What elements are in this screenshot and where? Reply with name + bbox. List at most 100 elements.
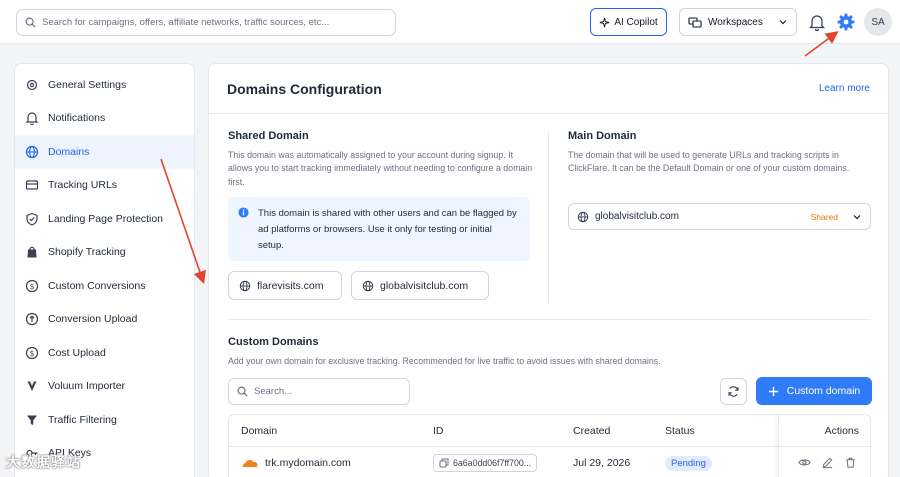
add-custom-domain-label: Custom domain <box>786 385 861 397</box>
column-header-status[interactable]: Status <box>665 415 695 447</box>
card-header: Domains Configuration Learn more <box>209 64 888 114</box>
voluum-icon <box>27 381 37 392</box>
watermark-logo: 大数据驿站 <box>6 454 81 470</box>
card-icon <box>25 180 39 190</box>
plus-icon <box>768 386 778 396</box>
gear-icon <box>26 79 38 90</box>
bell-icon <box>25 112 39 126</box>
domain-cell: trk.mydomain.com <box>241 447 351 477</box>
shared-domain-name: globalvisitclub.com <box>380 279 469 292</box>
ai-copilot-label: AI Copilot <box>614 16 658 28</box>
upload-circle-icon <box>25 313 39 326</box>
bell-icon[interactable] <box>808 13 826 31</box>
shared-domain-name: flarevisits.com <box>257 279 324 292</box>
sidebar-item-voluum-importer[interactable]: Voluum Importer <box>15 370 194 404</box>
ai-copilot-button[interactable]: AI Copilot <box>590 8 667 36</box>
sidebar-item-custom-conversions[interactable]: $ Custom Conversions <box>15 269 194 303</box>
custom-domains-title: Custom Domains <box>228 336 319 348</box>
sidebar-item-landing-page-protection[interactable]: Landing Page Protection <box>15 202 194 236</box>
custom-domain-search-placeholder: Search... <box>254 386 293 397</box>
column-header-actions: Actions <box>824 425 859 437</box>
globe-icon <box>239 280 251 291</box>
copy-icon <box>439 458 449 468</box>
eye-icon[interactable] <box>798 456 811 469</box>
custom-domain-search-input[interactable]: Search... <box>228 378 410 405</box>
edit-icon[interactable] <box>821 456 834 469</box>
shared-domain-chip[interactable]: flarevisits.com <box>228 271 342 300</box>
user-avatar[interactable]: SA <box>864 8 892 36</box>
globe-icon <box>25 145 39 158</box>
sidebar-item-label: Voluum Importer <box>48 380 126 393</box>
sidebar-item-traffic-filtering[interactable]: Traffic Filtering <box>15 403 194 437</box>
global-search-placeholder: Search for campaigns, offers, affiliate … <box>42 17 330 28</box>
main-domain-value: globalvisitclub.com <box>595 211 679 222</box>
svg-text:$: $ <box>30 282 35 291</box>
sidebar-item-conversion-upload[interactable]: Conversion Upload <box>15 303 194 337</box>
sidebar-item-label: Tracking URLs <box>48 179 118 192</box>
shared-badge: Shared <box>810 211 838 222</box>
table-row[interactable]: trk.mydomain.com 6a6a0dd06f7ff700... Jul… <box>229 446 870 477</box>
dollar-circle-icon: $ <box>25 279 39 292</box>
sidebar-item-label: Conversion Upload <box>48 313 138 326</box>
shared-domain-info-text: This domain is shared with other users a… <box>258 208 517 251</box>
custom-domains-description: Add your own domain for exclusive tracki… <box>228 356 661 366</box>
trash-icon[interactable] <box>844 456 857 469</box>
sparkle-icon <box>600 17 610 27</box>
sidebar-item-label: Shopify Tracking <box>48 246 126 259</box>
sidebar-item-label: Landing Page Protection <box>48 212 164 225</box>
id-cell: 6a6a0dd06f7ff700... <box>433 447 538 477</box>
sidebar-item-label: Custom Conversions <box>48 279 146 292</box>
column-header-id[interactable]: ID <box>433 415 444 447</box>
chevron-down-icon <box>779 20 787 25</box>
section-divider <box>228 319 871 320</box>
sidebar-item-label: Traffic Filtering <box>48 413 117 426</box>
settings-sidebar: General Settings Notifications Domains T… <box>14 63 195 477</box>
sidebar-item-label: Domains <box>48 145 90 158</box>
info-icon <box>238 207 249 218</box>
main-domain-select[interactable]: globalvisitclub.com Shared <box>568 203 871 230</box>
globe-icon <box>362 280 374 291</box>
status-badge: Pending <box>665 455 712 471</box>
sidebar-item-tracking-urls[interactable]: Tracking URLs <box>15 169 194 203</box>
shared-domain-chip[interactable]: globalvisitclub.com <box>351 271 489 300</box>
sidebar-item-label: Notifications <box>48 112 106 125</box>
status-cell: Pending <box>665 447 712 477</box>
row-actions <box>779 446 870 477</box>
sidebar-item-domains[interactable]: Domains <box>15 135 194 169</box>
workspaces-dropdown[interactable]: Workspaces <box>679 8 797 36</box>
main-domain-description: The domain that will be used to generate… <box>568 150 850 174</box>
settings-gear-icon[interactable] <box>836 12 856 32</box>
sidebar-item-general-settings[interactable]: General Settings <box>15 68 194 102</box>
shared-domain-description: This domain was automatically assigned t… <box>228 150 533 187</box>
search-icon <box>25 17 36 28</box>
custom-domains-table: Domain ID Created Status trk.mydomain.co… <box>228 414 871 477</box>
created-date: Jul 29, 2026 <box>573 457 631 469</box>
sidebar-item-cost-upload[interactable]: $ Cost Upload <box>15 336 194 370</box>
dollar-circle-icon: $ <box>25 346 39 359</box>
refresh-button[interactable] <box>720 378 747 405</box>
domain-id: 6a6a0dd06f7ff700... <box>453 458 532 468</box>
global-search-input[interactable]: Search for campaigns, offers, affiliate … <box>16 9 396 36</box>
sidebar-item-label: General Settings <box>48 78 127 91</box>
filter-icon <box>27 415 37 425</box>
sidebar-item-notifications[interactable]: Notifications <box>15 102 194 136</box>
shared-domain-title: Shared Domain <box>228 130 309 142</box>
sidebar-item-label: Cost Upload <box>48 346 106 359</box>
cloudflare-icon <box>242 459 258 467</box>
copy-id-chip[interactable]: 6a6a0dd06f7ff700... <box>433 454 538 472</box>
sidebar-item-shopify-tracking[interactable]: Shopify Tracking <box>15 236 194 270</box>
learn-more-link[interactable]: Learn more <box>819 83 870 94</box>
domains-config-card: Domains Configuration Learn more Shared … <box>208 63 889 477</box>
workspaces-label: Workspaces <box>708 16 763 28</box>
workspaces-icon <box>688 17 702 28</box>
section-divider <box>548 132 549 302</box>
globe-icon <box>577 211 589 222</box>
column-header-domain[interactable]: Domain <box>241 415 277 447</box>
actions-column: Actions <box>778 415 870 477</box>
column-header-created[interactable]: Created <box>573 415 610 447</box>
add-custom-domain-button[interactable]: Custom domain <box>756 377 872 405</box>
domain-name: trk.mydomain.com <box>265 457 351 469</box>
chevron-down-icon <box>853 214 861 219</box>
refresh-icon <box>728 386 739 397</box>
search-icon <box>237 386 248 397</box>
